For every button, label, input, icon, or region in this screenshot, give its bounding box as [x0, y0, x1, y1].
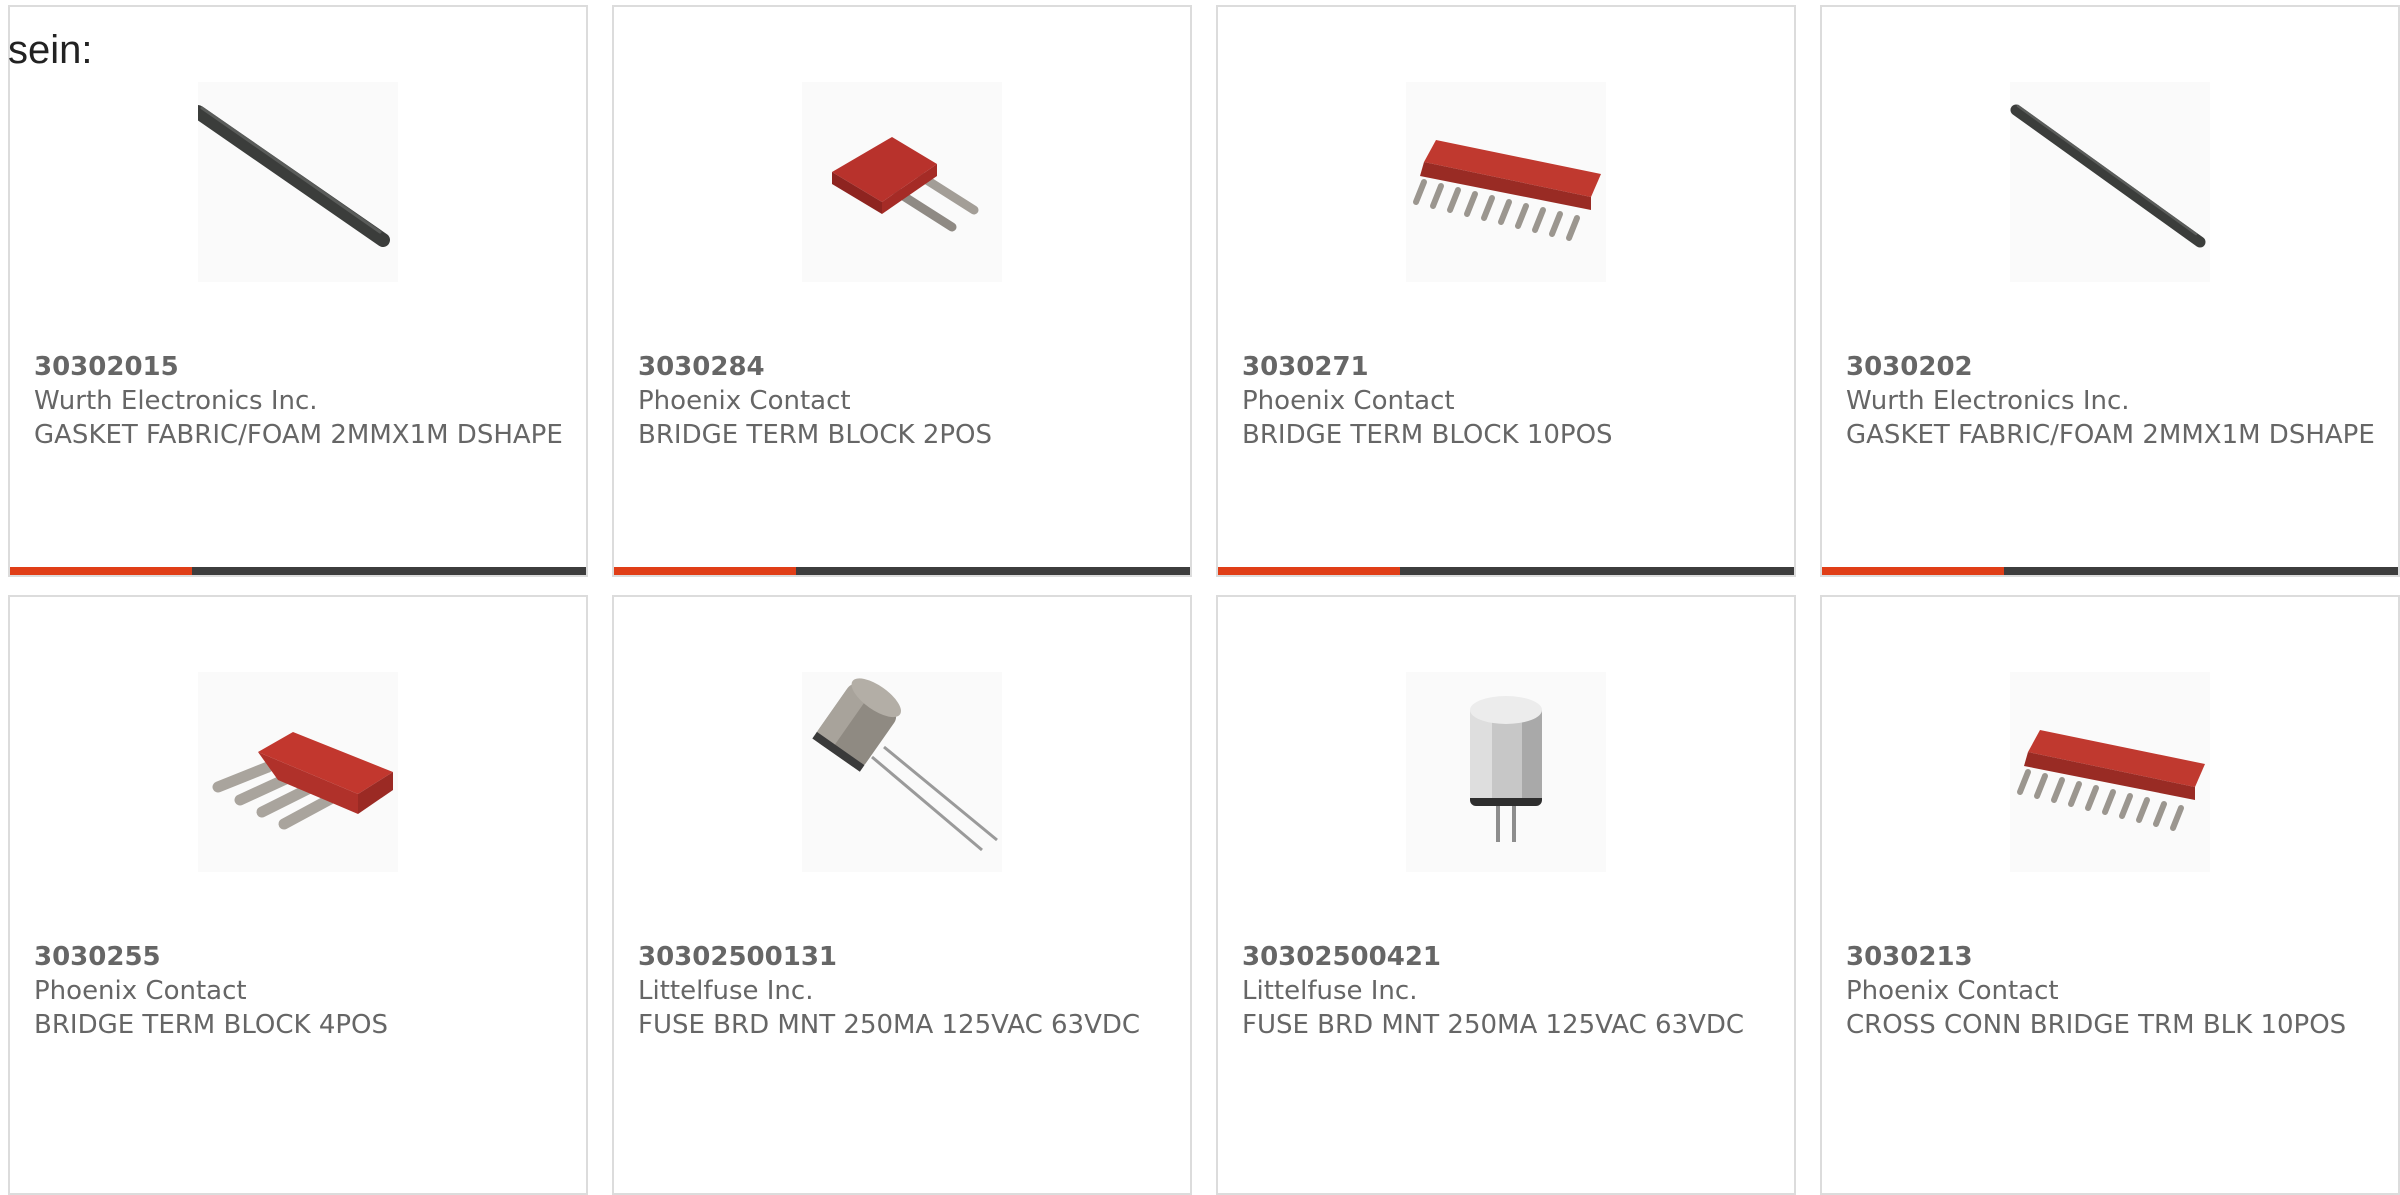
product-card[interactable]: 30302500421 Littelfuse Inc. FUSE BRD MNT… — [1216, 595, 1796, 1195]
product-card[interactable]: 30302500131 Littelfuse Inc. FUSE BRD MNT… — [612, 595, 1192, 1195]
product-image[interactable] — [802, 672, 1002, 872]
card-bar — [614, 567, 1190, 575]
product-card[interactable]: 30302015 Wurth Electronics Inc. GASKET F… — [8, 5, 588, 577]
manufacturer: Littelfuse Inc. — [638, 976, 814, 1006]
bridge-10pos-icon — [1406, 82, 1606, 282]
radial-fuse-icon — [802, 672, 1002, 872]
manufacturer: Wurth Electronics Inc. — [1846, 386, 2130, 416]
description: GASKET FABRIC/FOAM 2MMX1M DSHAPE — [34, 420, 563, 450]
card-bar-accent — [614, 567, 796, 575]
card-bar-accent — [1218, 567, 1400, 575]
part-number[interactable]: 30302015 — [34, 350, 566, 384]
description: GASKET FABRIC/FOAM 2MMX1M DSHAPE — [1846, 420, 2375, 450]
product-image[interactable] — [198, 82, 398, 282]
manufacturer: Phoenix Contact — [638, 386, 851, 416]
product-image[interactable] — [2010, 672, 2210, 872]
part-number[interactable]: 3030255 — [34, 940, 566, 974]
manufacturer: Phoenix Contact — [1242, 386, 1455, 416]
card-bar — [1822, 567, 2398, 575]
cylinder-fuse-icon — [1406, 672, 1606, 872]
card-bar-accent — [1822, 567, 2004, 575]
gasket-strip-icon — [2010, 82, 2210, 282]
product-image[interactable] — [198, 672, 398, 872]
description: CROSS CONN BRIDGE TRM BLK 10POS — [1846, 1010, 2347, 1040]
product-card[interactable]: 3030255 Phoenix Contact BRIDGE TERM BLOC… — [8, 595, 588, 1195]
manufacturer: Phoenix Contact — [1846, 976, 2059, 1006]
manufacturer: Wurth Electronics Inc. — [34, 386, 318, 416]
description: BRIDGE TERM BLOCK 4POS — [34, 1010, 389, 1040]
product-image[interactable] — [2010, 82, 2210, 282]
bridge-4pos-icon — [198, 672, 398, 872]
description: FUSE BRD MNT 250MA 125VAC 63VDC — [638, 1010, 1141, 1040]
manufacturer: Littelfuse Inc. — [1242, 976, 1418, 1006]
bridge-10pos-icon — [2010, 672, 2210, 872]
bridge-2pos-icon — [802, 82, 1002, 282]
intro-text: sein: — [8, 28, 93, 72]
description: FUSE BRD MNT 250MA 125VAC 63VDC — [1242, 1010, 1745, 1040]
part-number[interactable]: 30302500131 — [638, 940, 1170, 974]
product-card[interactable]: 3030213 Phoenix Contact CROSS CONN BRIDG… — [1820, 595, 2400, 1195]
card-bar-accent — [10, 567, 192, 575]
card-bar — [1218, 567, 1794, 575]
part-number[interactable]: 3030284 — [638, 350, 1170, 384]
part-number[interactable]: 3030202 — [1846, 350, 2378, 384]
product-image[interactable] — [802, 82, 1002, 282]
product-image[interactable] — [1406, 82, 1606, 282]
product-card[interactable]: 3030284 Phoenix Contact BRIDGE TERM BLOC… — [612, 5, 1192, 577]
gasket-strip-icon — [198, 82, 398, 282]
product-image[interactable] — [1406, 672, 1606, 872]
product-card[interactable]: 3030202 Wurth Electronics Inc. GASKET FA… — [1820, 5, 2400, 577]
product-card[interactable]: 3030271 Phoenix Contact BRIDGE TERM BLOC… — [1216, 5, 1796, 577]
product-grid: 30302015 Wurth Electronics Inc. GASKET F… — [0, 0, 2400, 1195]
manufacturer: Phoenix Contact — [34, 976, 247, 1006]
part-number[interactable]: 3030271 — [1242, 350, 1774, 384]
part-number[interactable]: 30302500421 — [1242, 940, 1774, 974]
description: BRIDGE TERM BLOCK 10POS — [1242, 420, 1613, 450]
card-bar — [10, 567, 586, 575]
description: BRIDGE TERM BLOCK 2POS — [638, 420, 993, 450]
part-number[interactable]: 3030213 — [1846, 940, 2378, 974]
